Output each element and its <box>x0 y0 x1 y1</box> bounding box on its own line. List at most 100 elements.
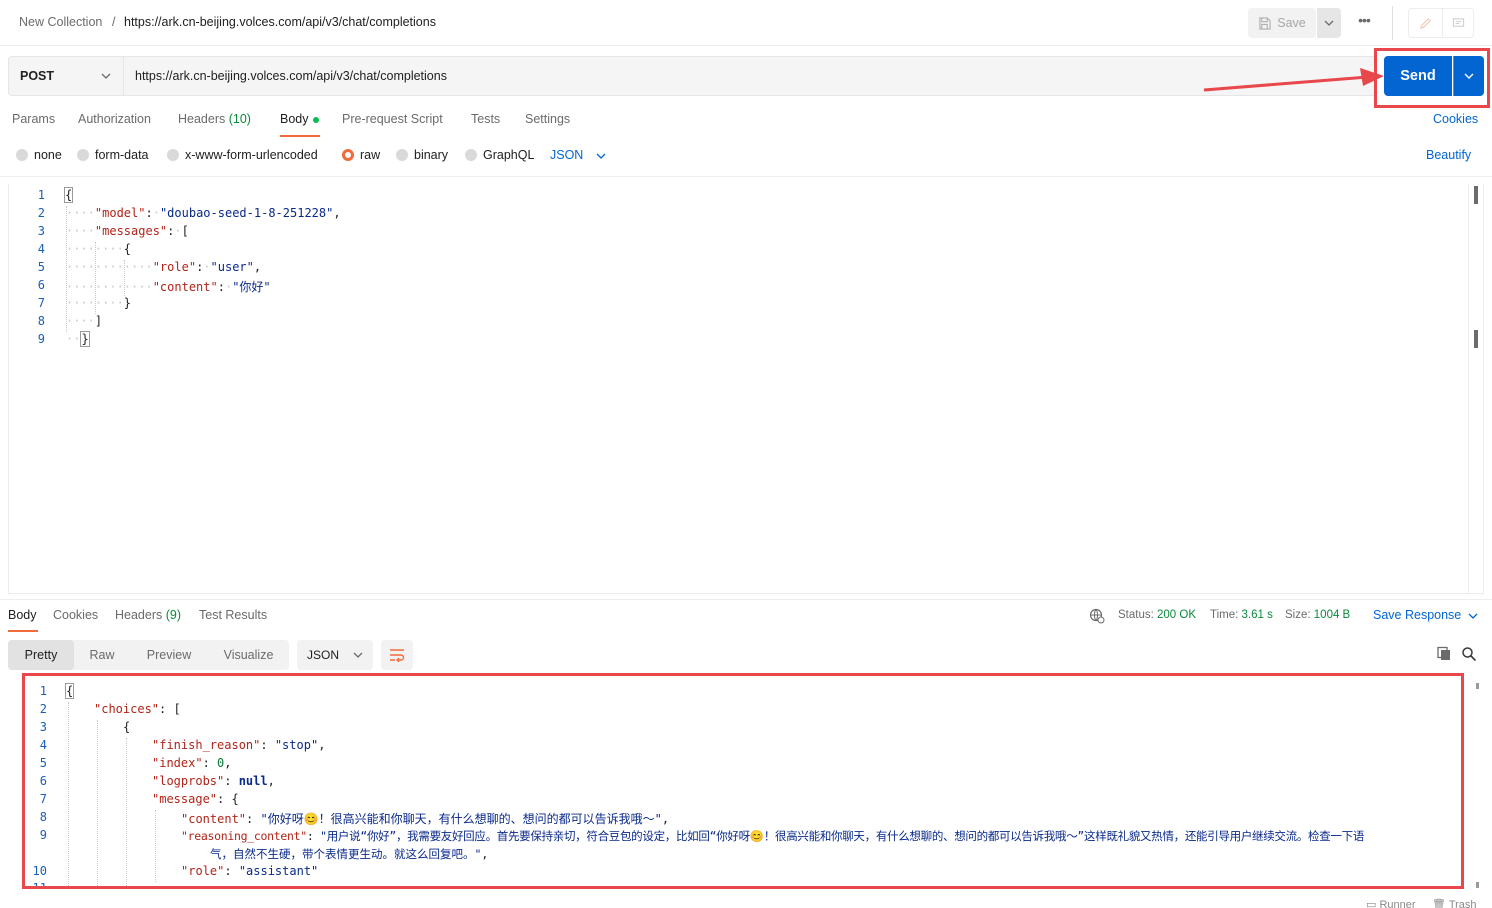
code-line: ····"model":·"doubao-seed-1-8-251228", <box>66 206 341 220</box>
view-tab-raw[interactable]: Raw <box>74 640 130 670</box>
view-tab-visualize[interactable]: Visualize <box>208 640 289 670</box>
trash-label: Trash <box>1448 899 1477 908</box>
indent-guide <box>68 702 69 886</box>
response-tab-headers[interactable]: Headers (9) <box>115 608 181 622</box>
indent-guide <box>155 810 156 882</box>
time-readout: Time: 3.61 s <box>1210 609 1273 621</box>
radio-circle <box>16 149 28 161</box>
radio-label: none <box>34 148 62 162</box>
scrollbar-thumb[interactable] <box>1474 330 1478 348</box>
code-line: "finish_reason": "stop", <box>152 738 326 752</box>
tab-settings[interactable]: Settings <box>525 112 570 126</box>
comment-icon[interactable] <box>1442 9 1474 37</box>
code-line: "message": { <box>152 792 239 806</box>
radio-circle-selected <box>342 149 354 161</box>
tab-prerequest-script[interactable]: Pre-request Script <box>342 112 443 126</box>
save-response-button[interactable]: Save Response <box>1373 608 1461 622</box>
line-number: 4 <box>37 242 45 256</box>
code-line: "reasoning_content": "用户说“你好”，我需要友好回应。首先… <box>181 829 1365 843</box>
tab-tests[interactable]: Tests <box>471 112 500 126</box>
edit-icon[interactable] <box>1409 9 1441 37</box>
breadcrumb-separator: / <box>112 15 116 29</box>
code-line: ····"messages":·[ <box>66 224 189 238</box>
radio-urlencoded[interactable]: x-www-form-urlencoded <box>167 148 318 162</box>
trash-link[interactable]: 🗑 Trash <box>1432 898 1477 908</box>
radio-graphql[interactable]: GraphQL <box>465 148 534 162</box>
status-value: 200 OK <box>1157 609 1197 621</box>
radio-label: binary <box>414 148 449 162</box>
tab-headers-label: Headers <box>178 112 226 126</box>
response-format-value: JSON <box>307 648 340 662</box>
url-value: https://ark.cn-beijing.volces.com/api/v3… <box>135 69 447 83</box>
code-line: "choices": [ <box>94 702 181 716</box>
line-number: 6 <box>39 774 47 788</box>
line-number: 4 <box>39 738 47 752</box>
scrollbar-thumb[interactable] <box>1476 683 1479 689</box>
save-icon <box>1259 16 1271 30</box>
breadcrumb-collection[interactable]: New Collection <box>19 15 102 29</box>
code-line: ····] <box>66 314 103 328</box>
line-number: 2 <box>39 702 47 716</box>
method-select[interactable]: POST <box>8 56 124 96</box>
code-line: { <box>64 187 74 203</box>
search-icon[interactable] <box>1461 646 1477 662</box>
tab-body[interactable]: Body <box>280 112 319 126</box>
beautify-button[interactable]: Beautify <box>1426 148 1471 162</box>
runner-link[interactable]: ▭ Runner <box>1366 898 1416 908</box>
breadcrumb-request-name[interactable]: https://ark.cn-beijing.volces.com/api/v3… <box>124 15 436 29</box>
radio-binary[interactable]: binary <box>396 148 448 162</box>
code-line: 气，自然不生硬，带个表情更生动。就这么回复吧。", <box>210 847 489 861</box>
response-tab-cookies[interactable]: Cookies <box>53 608 98 622</box>
line-number: 7 <box>37 296 45 310</box>
send-dropdown-button[interactable] <box>1453 56 1484 96</box>
view-tab-pretty[interactable]: Pretty <box>8 640 74 670</box>
response-body-viewer[interactable]: 1 2 3 4 5 6 7 8 9 10 11 { "choices": [ {… <box>22 673 1464 889</box>
code-line: ········{ <box>66 242 132 256</box>
wrap-icon <box>390 649 405 662</box>
response-tab-headers-count: (9) <box>165 608 182 622</box>
copy-icon[interactable] <box>1436 646 1452 662</box>
response-tab-test-results[interactable]: Test Results <box>199 608 267 622</box>
size-label: Size: <box>1285 609 1311 621</box>
line-number: 8 <box>39 810 47 824</box>
line-number: 6 <box>37 278 45 292</box>
tab-params[interactable]: Params <box>12 112 55 126</box>
chevron-down-icon[interactable] <box>596 149 606 163</box>
scrollbar-thumb[interactable] <box>1476 882 1479 888</box>
time-value: 3.61 s <box>1241 609 1273 621</box>
cookies-link[interactable]: Cookies <box>1433 112 1478 126</box>
line-number: 3 <box>39 720 47 734</box>
line-number: 1 <box>37 188 45 202</box>
body-indicator-dot <box>312 116 319 123</box>
toolbar-divider <box>1392 6 1393 40</box>
chevron-down-icon <box>1464 73 1474 79</box>
radio-label: GraphQL <box>483 148 535 162</box>
radio-none[interactable]: none <box>16 148 62 162</box>
scrollbar-thumb-top[interactable] <box>1474 186 1478 204</box>
editor-scrollbar[interactable] <box>1468 184 1484 594</box>
active-tab-indicator <box>280 135 320 137</box>
view-tab-preview[interactable]: Preview <box>130 640 208 670</box>
save-button[interactable]: Save <box>1248 8 1316 38</box>
line-number: 1 <box>39 684 47 698</box>
response-tab-body[interactable]: Body <box>8 608 37 622</box>
save-dropdown-button[interactable] <box>1317 8 1341 38</box>
radio-form-data[interactable]: form-data <box>77 148 149 162</box>
chevron-down-icon[interactable] <box>1468 612 1478 620</box>
radio-label: form-data <box>95 148 149 162</box>
globe-icon[interactable] <box>1089 608 1105 624</box>
status-label: Status: <box>1118 609 1154 621</box>
radio-raw[interactable]: raw <box>342 148 380 162</box>
response-format-select[interactable]: JSON <box>297 640 373 670</box>
tab-authorization[interactable]: Authorization <box>78 112 151 126</box>
tab-headers[interactable]: Headers (10) <box>178 112 251 126</box>
send-button[interactable]: Send <box>1384 56 1452 96</box>
url-input[interactable]: https://ark.cn-beijing.volces.com/api/v3… <box>124 56 1376 96</box>
body-format-select[interactable]: JSON <box>550 148 583 162</box>
radio-circle <box>77 149 89 161</box>
view-mode-tabs: Pretty Raw Preview Visualize <box>8 640 289 670</box>
more-options-button[interactable]: ••• <box>1352 12 1376 34</box>
wrap-lines-button[interactable] <box>381 640 413 670</box>
divider <box>0 176 1492 177</box>
request-body-editor[interactable] <box>8 184 1484 594</box>
